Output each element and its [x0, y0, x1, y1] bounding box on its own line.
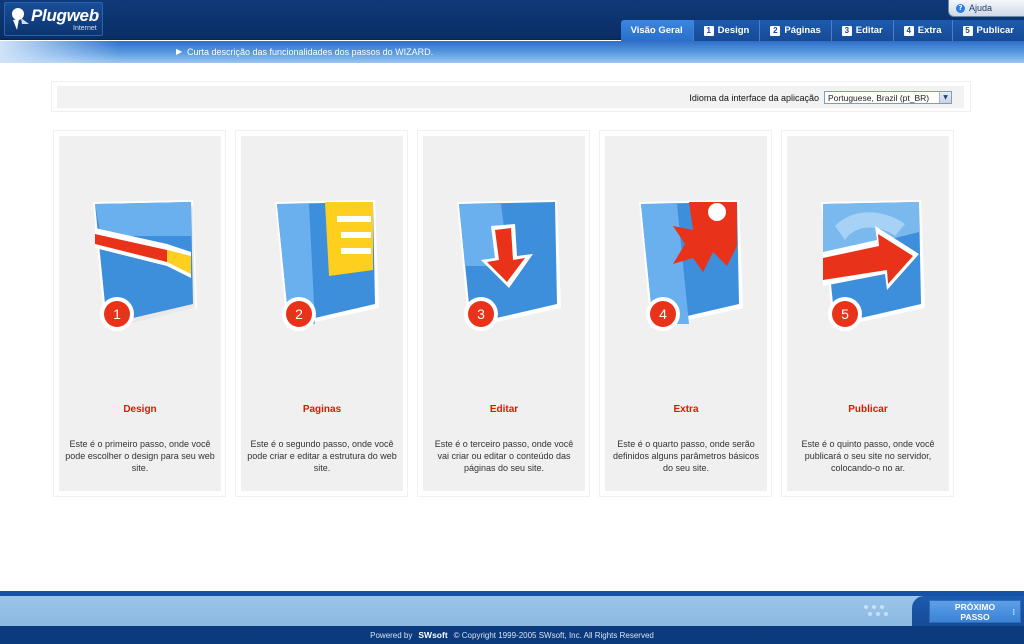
tab-label: Editar: [855, 25, 883, 36]
step-description: Este é o terceiro passo, onde você vai c…: [434, 439, 574, 473]
chevron-down-icon: ▼: [939, 92, 951, 103]
tab-editar[interactable]: 3 Editar: [830, 20, 893, 41]
step-card-body: 4 Extra Este é o quarto passo, onde serã…: [605, 136, 767, 491]
step-number: 5: [841, 306, 849, 322]
powered-by-label: Powered by: [370, 630, 413, 640]
tab-label: Extra: [917, 25, 942, 36]
brand-subtitle: Internet: [73, 25, 97, 32]
step-card-body: 1 Design Este é o primeiro passo, onde v…: [59, 136, 221, 491]
pages-step-icon: 2: [275, 200, 379, 331]
plugweb-logo-icon: [12, 8, 29, 30]
step-card-body: 2 Paginas Este é o segundo passo, onde v…: [241, 136, 403, 491]
step-title: Design: [123, 404, 157, 415]
language-panel: Idioma da interface da aplicação Portugu…: [51, 81, 971, 112]
tab-label: Publicar: [976, 25, 1015, 36]
decorative-dots-icon: [864, 605, 888, 616]
help-icon: ?: [956, 3, 965, 13]
step-title: Paginas: [302, 404, 342, 415]
step-card-publicar[interactable]: 5 Publicar Este é o quinto passo, onde v…: [781, 130, 954, 497]
wizard-subtitle: Curta descrição das funcionalidades dos …: [187, 47, 434, 57]
extra-step-icon: 4: [639, 200, 743, 331]
wizard-app: Plugweb Internet ? Ajuda Visão Geral 1 D…: [0, 0, 1024, 644]
step-number: 2: [295, 306, 303, 322]
design-step-icon: 1: [93, 200, 197, 331]
subbar-glow: [0, 41, 120, 63]
next-step-label-line2: PASSO: [960, 612, 990, 622]
step-title: Editar: [489, 404, 519, 415]
step-description: Este é o primeiro passo, onde você pode …: [65, 439, 215, 473]
step-description: Este é o quarto passo, onde serão defini…: [612, 439, 760, 473]
tab-paginas[interactable]: 2 Páginas: [759, 20, 831, 41]
footer-bar: PRÓXIMO PASSO ⁞: [0, 596, 1024, 626]
step-number: 4: [659, 306, 667, 322]
tab-number: 1: [703, 25, 714, 36]
copyright-text: © Copyright 1999-2005 SWsoft, Inc. All R…: [453, 630, 654, 640]
step-card-editar[interactable]: 3 Editar Este é o terceiro passo, onde v…: [417, 130, 590, 497]
steps-grid: 1 Design Este é o primeiro passo, onde v…: [53, 130, 970, 497]
next-step-area: PRÓXIMO PASSO ⁞: [912, 596, 1024, 626]
arrow-right-icon: ▶: [176, 47, 183, 56]
tab-label: Páginas: [784, 25, 821, 36]
help-link[interactable]: ? Ajuda: [948, 0, 1024, 17]
arrow-right-icon: ⁞: [1012, 608, 1015, 617]
next-step-button[interactable]: PRÓXIMO PASSO ⁞: [929, 600, 1021, 623]
next-step-label-line1: PRÓXIMO: [954, 602, 996, 612]
step-description: Este é o segundo passo, onde você pode c…: [247, 439, 397, 473]
step-card-extra[interactable]: 4 Extra Este é o quarto passo, onde serã…: [599, 130, 772, 497]
language-selected-value: Portuguese, Brazil (pt_BR): [828, 92, 930, 103]
tab-publicar[interactable]: 5 Publicar: [951, 20, 1024, 41]
swsoft-logo: SWsoft: [418, 630, 448, 640]
tab-number: 2: [770, 25, 781, 36]
step-card-body: 5 Publicar Este é o quinto passo, onde v…: [787, 136, 949, 491]
step-card-paginas[interactable]: 2 Paginas Este é o segundo passo, onde v…: [235, 130, 408, 497]
step-card-body: 3 Editar Este é o terceiro passo, onde v…: [423, 136, 585, 491]
tab-extra[interactable]: 4 Extra: [892, 20, 952, 41]
brand-name: Plugweb: [31, 6, 99, 25]
step-card-design[interactable]: 1 Design Este é o primeiro passo, onde v…: [53, 130, 226, 497]
step-description: Este é o quinto passo, onde você publica…: [801, 439, 935, 473]
tab-label: Design: [717, 25, 750, 36]
step-number: 1: [113, 306, 121, 322]
step-number: 3: [477, 306, 485, 322]
tab-number: 3: [841, 25, 852, 36]
publish-step-icon: 5: [821, 200, 925, 331]
language-row: Idioma da interface da aplicação Portugu…: [57, 86, 964, 108]
step-title: Publicar: [848, 404, 888, 415]
tab-number: 4: [903, 25, 914, 36]
wizard-tabs: Visão Geral 1 Design 2 Páginas 3 Editar …: [620, 20, 1024, 41]
tab-design[interactable]: 1 Design: [692, 20, 760, 41]
copyright-bar: Powered by SWsoft © Copyright 1999-2005 …: [0, 626, 1024, 644]
subtitle-bar: ▶ Curta descrição das funcionalidades do…: [0, 41, 1024, 63]
top-header: Plugweb Internet ? Ajuda Visão Geral 1 D…: [0, 0, 1024, 41]
tab-label: Visão Geral: [630, 25, 683, 36]
plugweb-logo: Plugweb Internet: [4, 2, 103, 36]
help-label: Ajuda: [969, 3, 993, 13]
edit-step-icon: 3: [457, 200, 561, 331]
step-title: Extra: [673, 404, 699, 415]
language-select[interactable]: Portuguese, Brazil (pt_BR) ▼: [824, 91, 952, 104]
language-label: Idioma da interface da aplicação: [689, 93, 819, 103]
tab-number: 5: [962, 25, 973, 36]
tab-visao-geral[interactable]: Visão Geral: [620, 20, 693, 41]
